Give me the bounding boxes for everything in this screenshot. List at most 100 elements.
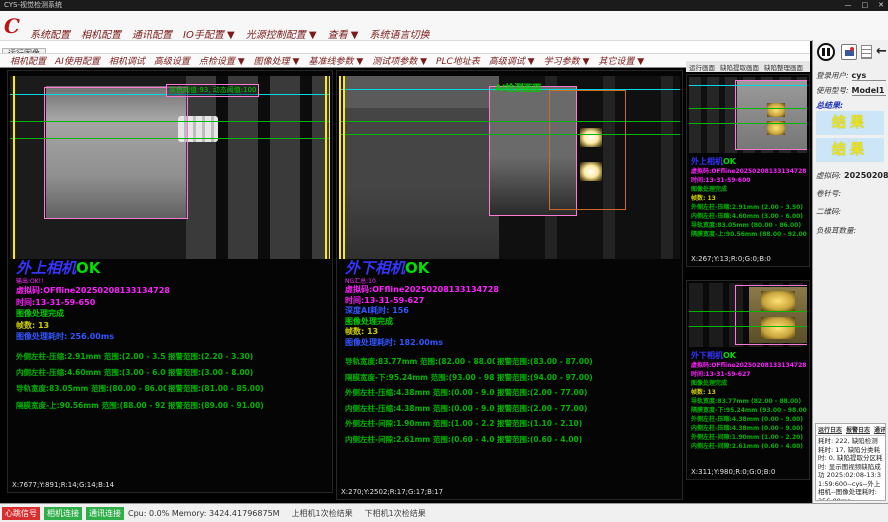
tab-cell-2 — [761, 317, 795, 339]
menu-camera-config[interactable]: 相机配置 — [81, 26, 121, 41]
camera-status-badge: 相机连接 — [44, 507, 82, 520]
cpu-memory-text: Cpu: 0.0% Memory: 3424.41796875M — [128, 509, 280, 518]
maximize-icon[interactable]: □ — [862, 0, 869, 11]
log-tabs: 运行日志 报警日志 通讯日志 — [816, 424, 885, 436]
tool-learning-params[interactable]: 学习参数 ▼ — [544, 54, 590, 67]
tool-spot-check[interactable]: 点检设置 ▼ — [199, 54, 245, 67]
window-title: CYS-视觉检测系统 — [4, 1, 62, 9]
status-bar: 心跳信号 相机连接 通讯连接 Cpu: 0.0% Memory: 3424.41… — [0, 503, 888, 522]
menu-view[interactable]: 查看 ▼ — [328, 26, 359, 41]
thumb-upper-image[interactable] — [689, 77, 807, 153]
lower-result-status: OK — [405, 259, 429, 277]
edge-line-yellow-left — [13, 76, 15, 259]
measure-line-green-2 — [339, 134, 680, 135]
lower-ai-elapsed: 深度AI耗时: 156 — [345, 306, 675, 317]
upper-elapsed: 图像处理耗时: 256.00ms — [16, 331, 346, 343]
tool-other-settings[interactable]: 其它设置 ▼ — [598, 54, 644, 67]
measurement-value: 隔膜宽度-上:90.56mm 范围:(88.00 - 92.00) — [16, 398, 166, 414]
lower-camera-name: 外下相机 — [345, 259, 405, 277]
close-icon[interactable]: ✕ — [878, 0, 884, 11]
pause-button[interactable] — [817, 43, 835, 61]
virtual-code-label: 虚拟码: — [816, 170, 841, 181]
tool-camera-config[interactable]: 相机配置 — [10, 54, 46, 67]
display-option-defect-extract[interactable]: 缺陷提取画面 — [720, 62, 759, 72]
lower-camera-result-text: 下相机1次检结果 — [365, 508, 426, 519]
log-tab-alarm[interactable]: 报警日志 — [846, 425, 870, 434]
thumb-view-upper: 外上相机OK 虚拟码:OFfline20250208133134728 时间:1… — [686, 74, 810, 267]
alarm-range: 报警范围:(2.00 - 77.00) — [497, 401, 587, 417]
login-user-row: 登录用户: cys — [816, 70, 886, 81]
mini-line: 虚拟码:OFfline20250208133134728 — [691, 361, 807, 370]
upper-camera-result-text: 上相机1次检结果 — [292, 508, 353, 519]
virtual-code-row: 虚拟码: 20250208 — [816, 170, 886, 181]
result-status: OK — [723, 157, 736, 166]
measurement-row: 隔膜宽度-下:95.24mm 范围:(93.00 - 98.00)报警范围:(9… — [345, 370, 675, 386]
upper-barcode: 虚拟码:OFfline20250208133134728 — [16, 285, 346, 297]
roi-rect-pink — [44, 87, 188, 219]
tab-strip: 运行图像 — [0, 41, 810, 53]
measurement-value: 内侧左柱-压缩:4.38mm 范围:(0.00 - 9.00) — [345, 401, 495, 417]
upper-result-status: OK — [76, 259, 100, 277]
tool-plc-address[interactable]: PLC地址表 — [436, 54, 480, 67]
side-icon-row: ← — [815, 43, 887, 63]
camera-view-lower: AI检测画面 外下相机OK NG汇总:10 虚拟码:OFfline2025020… — [336, 70, 683, 500]
tool-image-processing[interactable]: 图像处理 ▼ — [254, 54, 300, 67]
measurement-row: 内侧左柱-压缩:4.38mm 范围:(0.00 - 9.00)报警范围:(2.0… — [345, 401, 675, 417]
alarm-range: 报警范围:(2.20 - 3.30) — [168, 349, 253, 365]
tool-baseline-params[interactable]: 基准线参数 ▼ — [308, 54, 363, 67]
thumb-lower-image[interactable] — [689, 283, 807, 347]
upper-pixel-coords: X:7677;Y:891;R:14;G:14;B:14 — [12, 481, 114, 489]
measurement-row: 导轨宽度:83.77mm 范围:(82.00 - 88.00)报警范围:(83.… — [345, 354, 675, 370]
lower-result-block: 外下相机OK NG汇总:10 虚拟码:OFfline20250208133134… — [345, 257, 675, 448]
thumb-view-lower: 外下相机OK 虚拟码:OFfline20250208133134728 时间:1… — [686, 280, 810, 480]
camera-capture-button[interactable] — [841, 44, 857, 60]
tool-advanced-debug[interactable]: 高级调试 ▼ — [489, 54, 535, 67]
back-arrow-button[interactable]: ← — [876, 44, 887, 60]
measure-line-green-2 — [689, 326, 807, 327]
menu-system-config[interactable]: 系统配置 — [30, 26, 70, 41]
mini-line: 图像处理完成 — [691, 379, 807, 388]
settings-list-button[interactable] — [861, 45, 872, 59]
menu-comm-config[interactable]: 通讯配置 — [132, 26, 172, 41]
alarm-range: 报警范围:(2.00 - 77.00) — [497, 385, 587, 401]
log-box[interactable]: 运行日志 报警日志 通讯日志 耗时: 222, 缺陷检测耗时: 17, 缺陷分类… — [815, 423, 886, 501]
tool-ai-usage-config[interactable]: AI使用配置 — [55, 54, 100, 67]
menu-io-config[interactable]: IO手配置 ▼ — [183, 26, 235, 41]
lower-time: 时间:13-31-59-627 — [345, 296, 675, 307]
lower-barcode: 虚拟码:OFfline20250208133134728 — [345, 285, 675, 296]
measurement-row: 导轨宽度:83.05mm 范围:(80.00 - 86.00)报警范围:(81.… — [16, 381, 346, 397]
measure-line-green-1 — [689, 311, 807, 312]
model-value: Model1 — [852, 86, 886, 96]
lower-camera-image[interactable]: AI检测画面 — [339, 76, 680, 259]
title-bar[interactable]: CYS-视觉检测系统 — □ ✕ — [0, 0, 888, 11]
measurement-row: 外侧左柱-间隙:1.90mm 范围:(1.00 - 2.20)报警范围:(1.1… — [345, 416, 675, 432]
threshold-label: 灰色阈值:93, 动态阈值:100 — [166, 84, 259, 97]
tab-count-label: 负极耳数量: — [816, 225, 856, 236]
minimize-icon[interactable]: — — [845, 0, 852, 11]
roll-pin-label: 卷针号: — [816, 188, 841, 199]
alarm-range: 报警范围:(1.10 - 2.10) — [497, 416, 582, 432]
login-user-value: cys — [852, 71, 886, 81]
comm-status-badge: 通讯连接 — [86, 507, 124, 520]
display-option-run[interactable]: 运行画面 — [689, 62, 715, 72]
lower-measurements: 导轨宽度:83.77mm 范围:(82.00 - 88.00)报警范围:(83.… — [345, 354, 675, 448]
display-option-defect-sort[interactable]: 缺陷整理画面 — [764, 62, 803, 72]
log-tab-run[interactable]: 运行日志 — [818, 425, 842, 434]
menu-language-switch[interactable]: 系统语言切换 — [369, 26, 429, 41]
led-glow-2 — [580, 162, 602, 181]
measurement-row: 内侧左柱-间隙:2.61mm 范围:(0.60 - 4.00)报警范围:(0.6… — [345, 432, 675, 448]
measurement-value: 隔膜宽度-下:95.24mm 范围:(93.00 - 98.00) — [345, 370, 495, 386]
tool-camera-debug[interactable]: 相机调试 — [109, 54, 145, 67]
tool-advanced-settings[interactable]: 高级设置 — [154, 54, 190, 67]
total-result-label: 总结果: — [816, 100, 843, 111]
log-tab-comm[interactable]: 通讯日志 — [874, 425, 886, 434]
upper-process-done: 图像处理完成 — [16, 308, 346, 320]
alarm-range: 报警范围:(89.00 - 91.00) — [168, 398, 264, 414]
roi-rect-orange — [549, 90, 626, 210]
tool-test-params[interactable]: 测试项参数 ▼ — [372, 54, 427, 67]
upper-camera-image[interactable]: 灰色阈值:93, 动态阈值:100 — [10, 76, 330, 259]
menu-light-config[interactable]: 光源控制配置 ▼ — [246, 26, 317, 41]
mini-line: 图像处理完成 — [691, 185, 807, 194]
result-status: OK — [723, 351, 736, 360]
thumb-lower-text: 外下相机OK 虚拟码:OFfline20250208133134728 时间:1… — [691, 351, 807, 451]
